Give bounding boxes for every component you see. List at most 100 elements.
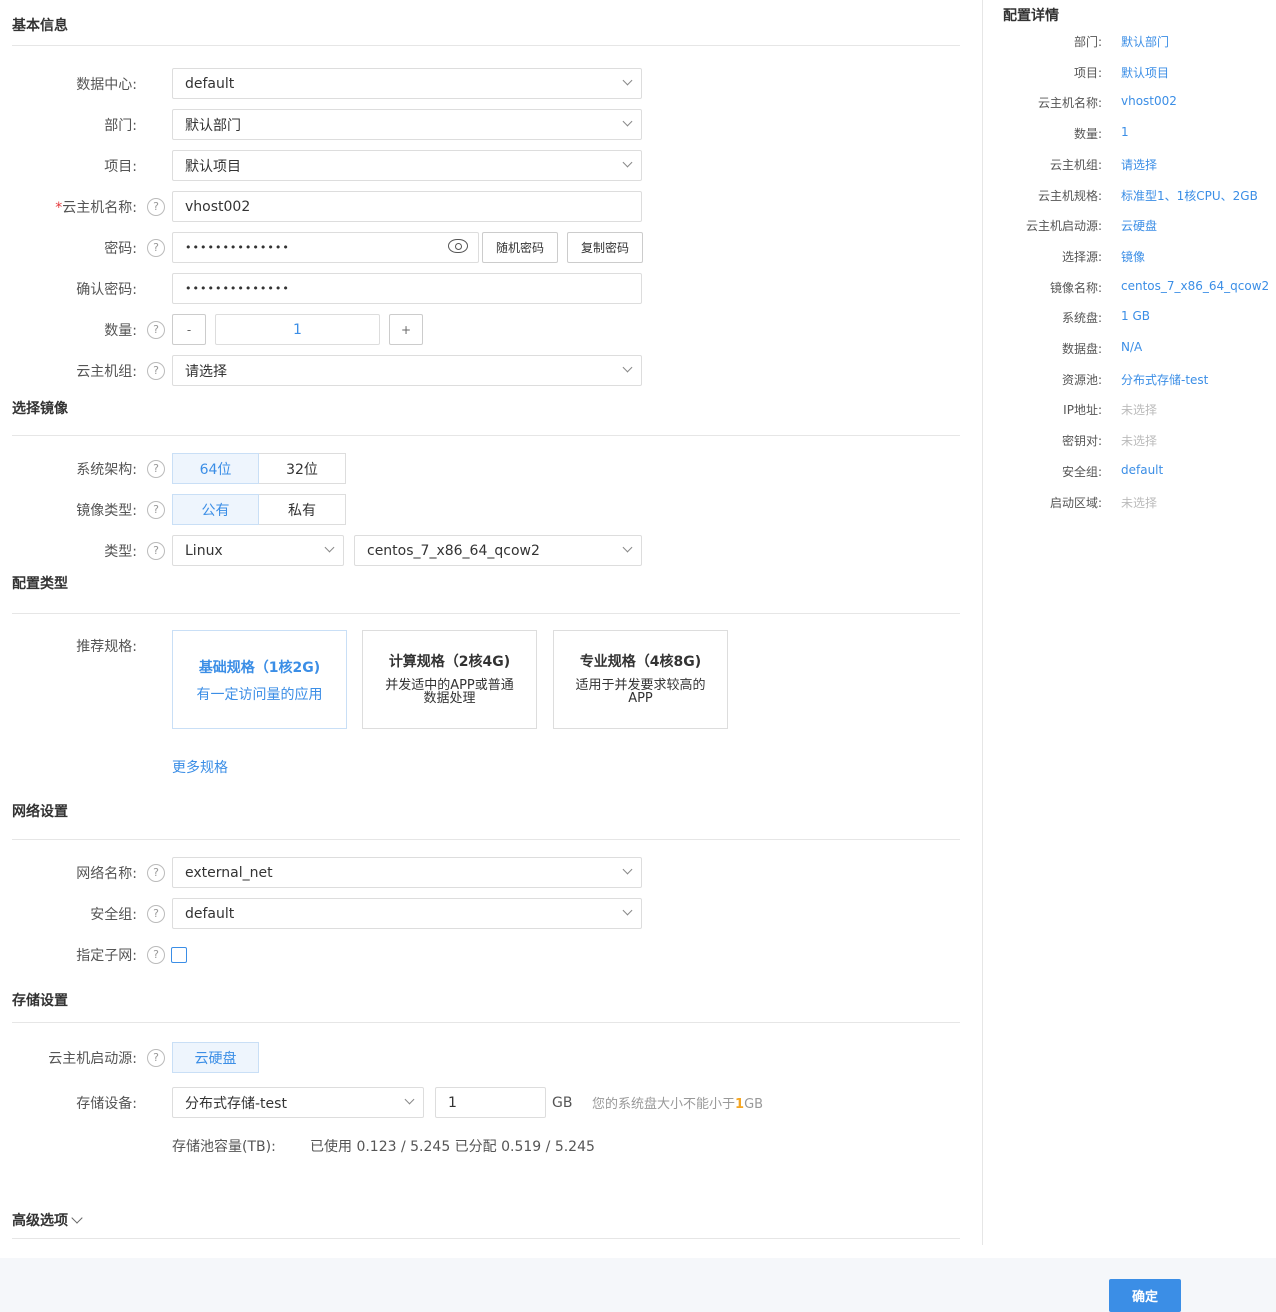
network-name-value: external_net <box>185 864 273 881</box>
config-detail-item: 部门: 默认部门 <box>983 33 1276 53</box>
dept-row: 部门: 默认部门 <box>12 104 960 145</box>
eye-icon[interactable] <box>448 239 468 253</box>
config-detail-value: N/A <box>1121 340 1143 354</box>
config-detail-item: 项目: 默认项目 <box>983 64 1276 84</box>
config-detail-key: IP地址: <box>1063 403 1102 418</box>
config-detail-key: 云主机规格: <box>1037 188 1102 203</box>
arch-option-32[interactable]: 32位 <box>259 453 346 484</box>
create-vm-form: 基本信息 数据中心: default 部门: 默认部门 项目: 默认项目 *云主… <box>12 0 960 1239</box>
random-password-button[interactable]: 随机密码 <box>482 232 558 263</box>
help-icon[interactable]: ? <box>147 320 165 339</box>
password-input[interactable]: •••••••••••••• <box>172 232 479 263</box>
subnet-row: 指定子网: ? <box>12 934 960 975</box>
boot-source-label: 云主机启动源: <box>48 1050 137 1067</box>
arch-option-64[interactable]: 64位 <box>172 453 259 484</box>
help-icon[interactable]: ? <box>147 459 165 478</box>
spec-card-title: 基础规格（1核2G) <box>198 660 321 676</box>
help-icon[interactable]: ? <box>147 197 165 216</box>
count-input[interactable]: 1 <box>215 314 380 345</box>
config-detail-key: 部门: <box>1073 35 1102 49</box>
image-type-row: 镜像类型: ? 公有 私有 <box>12 489 960 530</box>
help-icon[interactable]: ? <box>147 1048 165 1067</box>
dept-value: 默认部门 <box>185 117 241 134</box>
confirm-password-value: •••••••••••••• <box>185 282 290 295</box>
confirm-password-input[interactable]: •••••••••••••• <box>172 273 642 304</box>
image-type-segment: 公有 私有 <box>172 494 346 525</box>
spec-card-pro[interactable]: 专业规格（4核8G) 适用于并发要求较高的APP <box>553 630 728 729</box>
boot-source-row: 云主机启动源: ? 云硬盘 <box>12 1037 960 1078</box>
image-type-public[interactable]: 公有 <box>172 494 259 525</box>
help-icon[interactable]: ? <box>147 500 165 519</box>
disk-size-input[interactable]: 1 <box>435 1087 546 1118</box>
spec-card-title: 计算规格（2核4G) <box>388 654 511 670</box>
config-detail-item: 云主机名称: vhost002 <box>983 94 1276 114</box>
vm-group-select[interactable]: 请选择 <box>172 355 642 386</box>
disk-size-unit: GB <box>552 1094 573 1111</box>
spec-card-compute[interactable]: 计算规格（2核4G) 并发适中的APP或普通数据处理 <box>362 630 537 729</box>
help-icon[interactable]: ? <box>147 863 165 882</box>
config-detail-value: 1 GB <box>1121 309 1150 324</box>
config-detail-value: 标准型1、1核CPU、2GB <box>1121 188 1258 203</box>
disk-size-value: 1 <box>448 1094 457 1111</box>
config-detail-value: 请选择 <box>1121 157 1158 172</box>
count-minus-button[interactable]: - <box>172 314 206 345</box>
help-icon[interactable]: ? <box>147 904 165 923</box>
datacenter-select[interactable]: default <box>172 68 642 99</box>
storage-device-select[interactable]: 分布式存储-test <box>172 1087 424 1118</box>
image-type-private[interactable]: 私有 <box>259 494 346 525</box>
dept-select[interactable]: 默认部门 <box>172 109 642 140</box>
config-detail-item: IP地址: 未选择 <box>983 401 1276 421</box>
network-name-select[interactable]: external_net <box>172 857 642 888</box>
help-icon[interactable]: ? <box>147 361 165 380</box>
config-detail-item: 云主机规格: 标准型1、1核CPU、2GB <box>983 187 1276 207</box>
config-detail-key: 安全组: <box>1061 464 1102 479</box>
os-type-select[interactable]: Linux <box>172 535 344 566</box>
vm-name-value: vhost002 <box>185 198 251 215</box>
spec-card-basic[interactable]: 基础规格（1核2G) 有一定访问量的应用 <box>172 630 347 729</box>
more-spec-link[interactable]: 更多规格 <box>172 757 228 777</box>
config-detail-key: 数量: <box>1073 127 1102 142</box>
pool-capacity-label: 存储池容量(TB): <box>172 1139 276 1155</box>
boot-source-segment: 云硬盘 <box>172 1042 259 1073</box>
section-advanced-title[interactable]: 高级选项 <box>12 1165 960 1239</box>
config-detail-key: 云主机组: <box>1049 157 1102 172</box>
confirm-password-label: 确认密码: <box>76 281 137 298</box>
arch-label: 系统架构: <box>76 461 137 478</box>
boot-source-disk[interactable]: 云硬盘 <box>172 1042 259 1073</box>
section-storage-title: 存储设置 <box>12 975 960 1023</box>
storage-device-row: 存储设备: 分布式存储-test 1 GB 您的系统盘大小不能小于1GB <box>12 1078 960 1127</box>
spec-card-desc: 有一定访问量的应用 <box>196 687 323 703</box>
config-detail-key: 启动区域: <box>1049 495 1102 510</box>
security-group-value: default <box>185 905 235 922</box>
config-detail-value: 1 <box>1121 125 1129 140</box>
config-detail-item: 数量: 1 <box>983 125 1276 145</box>
count-plus-button[interactable]: + <box>389 314 423 345</box>
help-icon[interactable]: ? <box>147 541 165 560</box>
project-label: 项目: <box>104 158 137 175</box>
security-group-select[interactable]: default <box>172 898 642 929</box>
password-label: 密码: <box>104 240 137 257</box>
help-icon[interactable]: ? <box>147 945 165 964</box>
config-detail-item: 选择源: 镜像 <box>983 248 1276 268</box>
config-detail-item: 安全组: default <box>983 463 1276 483</box>
vm-name-label: *云主机名称: <box>12 197 137 217</box>
config-detail-item: 密钥对: 未选择 <box>983 432 1276 452</box>
vm-name-input[interactable]: vhost002 <box>172 191 642 222</box>
chevron-down-icon <box>622 116 633 127</box>
count-value: 1 <box>293 321 302 338</box>
project-select[interactable]: 默认项目 <box>172 150 642 181</box>
password-row: 密码: ? •••••••••••••• 随机密码 复制密码 <box>12 227 960 268</box>
arch-row: 系统架构: ? 64位 32位 <box>12 448 960 489</box>
footer-bar <box>0 1258 1276 1312</box>
chevron-down-icon <box>622 75 633 86</box>
image-select[interactable]: centos_7_x86_64_qcow2 <box>354 535 642 566</box>
vm-group-row: 云主机组: ? 请选择 <box>12 350 960 391</box>
subnet-checkbox[interactable] <box>171 946 187 963</box>
help-icon[interactable]: ? <box>147 238 165 257</box>
copy-password-button[interactable]: 复制密码 <box>567 232 643 263</box>
confirm-button[interactable]: 确定 <box>1109 1279 1181 1312</box>
vm-group-label: 云主机组: <box>76 363 137 380</box>
spec-row: 推荐规格: 基础规格（1核2G) 有一定访问量的应用 计算规格（2核4G) 并发… <box>12 630 960 729</box>
config-detail-key: 数据盘: <box>1061 342 1102 356</box>
chevron-down-icon <box>622 542 633 553</box>
